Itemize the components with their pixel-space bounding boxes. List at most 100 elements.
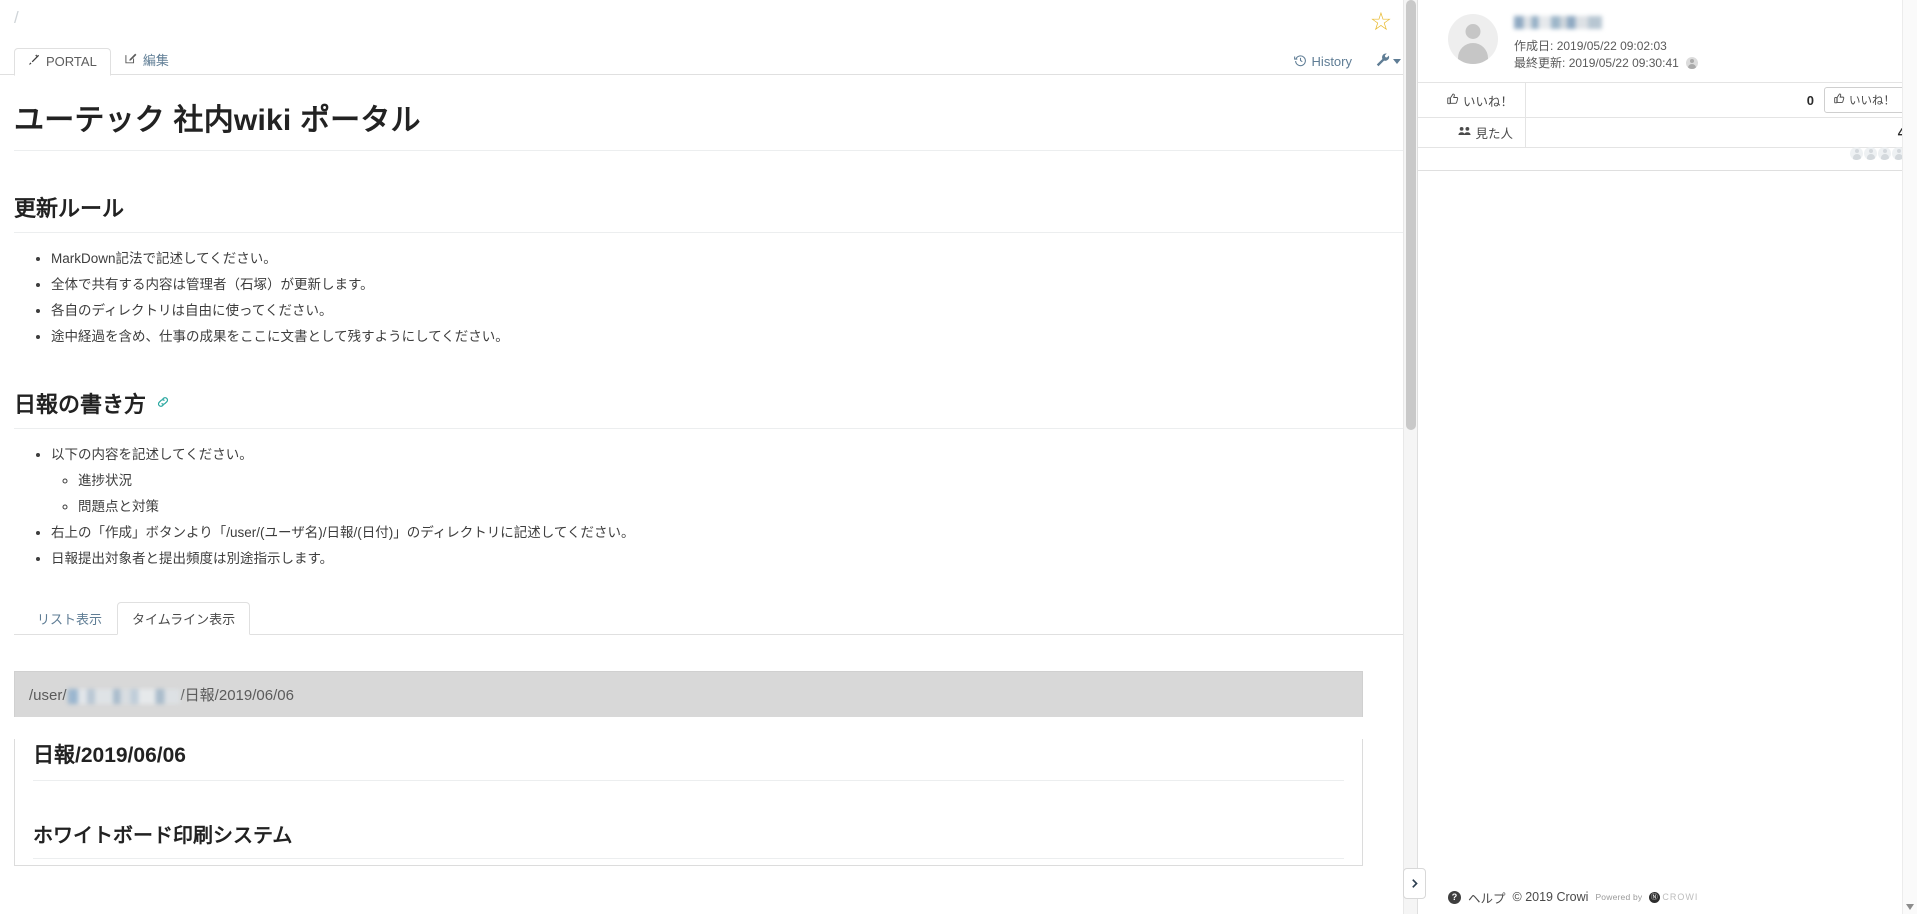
section-heading-rules-label: 更新ルール — [14, 196, 125, 221]
viewers-label-cell: 見た人 — [1418, 118, 1526, 147]
page-info-sidebar: 作成日: 2019/05/22 09:02:03 最終更新: 2019/05/2… — [1417, 0, 1917, 914]
powered-by-label: Powered by — [1595, 892, 1643, 902]
timeline-card-body-wrap: 日報/2019/06/06 ホワイトボード印刷システム — [14, 739, 1363, 866]
list-item-text: 全体で共有する内容は管理者（石塚）が更新します。 — [51, 277, 374, 292]
path-prefix: /user/ — [29, 687, 67, 704]
breadcrumb[interactable]: / — [14, 8, 19, 28]
scroll-down-arrow-icon[interactable] — [1906, 904, 1914, 910]
viewers-value-cell: 4 — [1526, 121, 1917, 144]
list-item-text: 右上の「作成」ボタンより「/user/(ユーザ名)/日報/(日付)」のディレクト… — [51, 525, 635, 540]
updated-value: 2019/05/22 09:30:41 — [1568, 56, 1679, 70]
viewer-avatar[interactable] — [1864, 147, 1877, 160]
path-suffix: /日報/2019/06/06 — [180, 687, 294, 704]
list-item: 途中経過を含め、仕事の成果をここに文書として残すようにしてください。 — [51, 327, 1403, 347]
sidebar-divider — [1418, 170, 1917, 171]
pencil-square-icon — [125, 52, 137, 67]
copyright: © 2019 Crowi — [1512, 890, 1589, 904]
history-label: History — [1311, 54, 1352, 69]
likes-label: いいね！ — [1462, 94, 1513, 109]
list-item-text: 以下の内容を記述してください。 — [51, 447, 253, 462]
viewer-avatar[interactable] — [1850, 147, 1863, 160]
view-tabbar: リスト表示 タイムライン表示 — [14, 602, 1403, 635]
help-link[interactable]: ヘルプ — [1468, 888, 1506, 907]
redacted-username — [67, 688, 180, 704]
section-heading-daily-report-label: 日報の書き方 — [14, 392, 147, 417]
user-avatar-placeholder[interactable] — [1448, 14, 1498, 64]
timeline-list: /user/ /日報/2019/06/06 日報/2019/06/06 ホワイトボ… — [14, 671, 1403, 866]
timeline-card-path[interactable]: /user/ /日報/2019/06/06 — [14, 671, 1363, 717]
list-item-text: MarkDown記法で記述してください。 — [51, 251, 277, 266]
history-link[interactable]: History — [1293, 54, 1352, 70]
top-strip: / ☆ — [0, 0, 1417, 46]
page-actions: History — [1293, 53, 1401, 70]
timeline-card-subheading: ホワイトボード印刷システム — [33, 819, 1344, 859]
viewer-avatar-list — [1850, 147, 1905, 160]
likes-label-cell: いいね！ — [1418, 83, 1526, 117]
tiny-user-avatar-icon[interactable] — [1686, 57, 1699, 69]
footer: ? ヘルプ © 2019 Crowi Powered by Ⓝ CROWI — [1418, 880, 1917, 914]
sidebar-collapse-button[interactable] — [1403, 868, 1426, 899]
stat-row-viewers: 見た人 4 — [1418, 118, 1917, 160]
list-item: 右上の「作成」ボタンより「/user/(ユーザ名)/日報/(日付)」のディレクト… — [51, 523, 1403, 543]
tab-list-view[interactable]: リスト表示 — [22, 602, 117, 635]
crowi-brand[interactable]: Ⓝ CROWI — [1649, 891, 1699, 903]
list-item-text: 途中経過を含め、仕事の成果をここに文書として残すようにしてください。 — [51, 329, 509, 344]
sub-list-item: 進捗状況 — [78, 471, 1403, 491]
wrench-icon — [1376, 53, 1390, 70]
like-button[interactable]: いいね！ — [1824, 87, 1905, 113]
list-item: 以下の内容を記述してください。 進捗状況 問題点と対策 — [51, 445, 1403, 517]
list-item: 各自のディレクトリは自由に使ってください。 — [51, 301, 1403, 321]
created-value: 2019/05/22 09:02:03 — [1556, 39, 1667, 53]
history-clock-icon — [1293, 54, 1307, 70]
sidebar-scrollbar[interactable] — [1902, 0, 1917, 914]
magic-wand-icon — [28, 54, 40, 69]
tab-edit-label: 編集 — [142, 53, 169, 68]
rules-list: MarkDown記法で記述してください。 全体で共有する内容は管理者（石塚）が更… — [14, 249, 1403, 347]
page-stats-table: いいね！ 0 いいね！ 見た人 — [1418, 82, 1917, 160]
tab-edit[interactable]: 編集 — [111, 44, 183, 76]
viewer-avatar[interactable] — [1878, 147, 1891, 160]
daily-report-list: 以下の内容を記述してください。 進捗状況 問題点と対策 右上の「作成」ボタンより… — [14, 445, 1403, 569]
chevron-down-icon — [1393, 59, 1401, 64]
list-item-text: 日報提出対象者と提出頻度は別途指示します。 — [51, 551, 334, 566]
stat-row-likes: いいね！ 0 いいね！ — [1418, 83, 1917, 118]
tab-timeline-view[interactable]: タイムライン表示 — [117, 602, 251, 635]
likes-count: 0 — [1806, 92, 1814, 108]
timeline-card-body: 日報/2019/06/06 ホワイトボード印刷システム — [15, 739, 1362, 865]
main-content-panel: / ☆ PORTAL 編集 History ユーテック 社内wiki ポータル … — [0, 0, 1417, 914]
list-item: 全体で共有する内容は管理者（石塚）が更新します。 — [51, 275, 1403, 295]
star-outline-icon[interactable]: ☆ — [1367, 8, 1395, 36]
tab-portal[interactable]: PORTAL — [14, 48, 111, 76]
list-item: MarkDown記法で記述してください。 — [51, 249, 1403, 269]
like-button-label: いいね！ — [1849, 95, 1895, 107]
section-heading-rules: 更新ルール — [14, 191, 1403, 233]
link-chain-icon[interactable] — [156, 395, 170, 412]
timeline-card-heading: 日報/2019/06/06 — [33, 739, 1344, 781]
page-tabbar: PORTAL 編集 History — [0, 44, 1417, 76]
article: ユーテック 社内wiki ポータル 更新ルール MarkDown記法で記述してく… — [0, 95, 1417, 866]
crowi-mark-icon: Ⓝ — [1649, 891, 1661, 903]
thumbs-up-icon — [1447, 93, 1459, 108]
updated-label: 最終更新: — [1514, 56, 1566, 70]
main-scrollbar[interactable] — [1403, 0, 1417, 914]
page-tools-dropdown[interactable] — [1376, 53, 1401, 70]
author-box: 作成日: 2019/05/22 09:02:03 最終更新: 2019/05/2… — [1418, 0, 1917, 82]
main-scrollbar-thumb[interactable] — [1406, 0, 1416, 430]
section-heading-daily-report: 日報の書き方 — [14, 387, 1403, 429]
app-root: / ☆ PORTAL 編集 History ユーテック 社内wiki ポータル … — [0, 0, 1917, 914]
sub-list: 進捗状況 問題点と対策 — [51, 471, 1403, 517]
viewers-label: 見た人 — [1475, 127, 1513, 141]
timeline-card: /user/ /日報/2019/06/06 日報/2019/06/06 ホワイトボ… — [14, 671, 1363, 866]
updated-line: 最終更新: 2019/05/22 09:30:41 — [1514, 55, 1699, 72]
tab-portal-label: PORTAL — [46, 54, 97, 69]
list-item: 日報提出対象者と提出頻度は別途指示します。 — [51, 549, 1403, 569]
likes-value-cell: 0 いいね！ — [1526, 83, 1917, 117]
question-circle-icon: ? — [1448, 890, 1461, 904]
crowi-brand-label: CROWI — [1662, 892, 1699, 902]
author-meta: 作成日: 2019/05/22 09:02:03 最終更新: 2019/05/2… — [1514, 14, 1699, 72]
page-title: ユーテック 社内wiki ポータル — [14, 95, 1403, 151]
created-line: 作成日: 2019/05/22 09:02:03 — [1514, 38, 1698, 55]
users-group-icon — [1458, 125, 1472, 140]
sub-list-item: 問題点と対策 — [78, 497, 1403, 517]
list-item-text: 各自のディレクトリは自由に使ってください。 — [51, 303, 333, 318]
